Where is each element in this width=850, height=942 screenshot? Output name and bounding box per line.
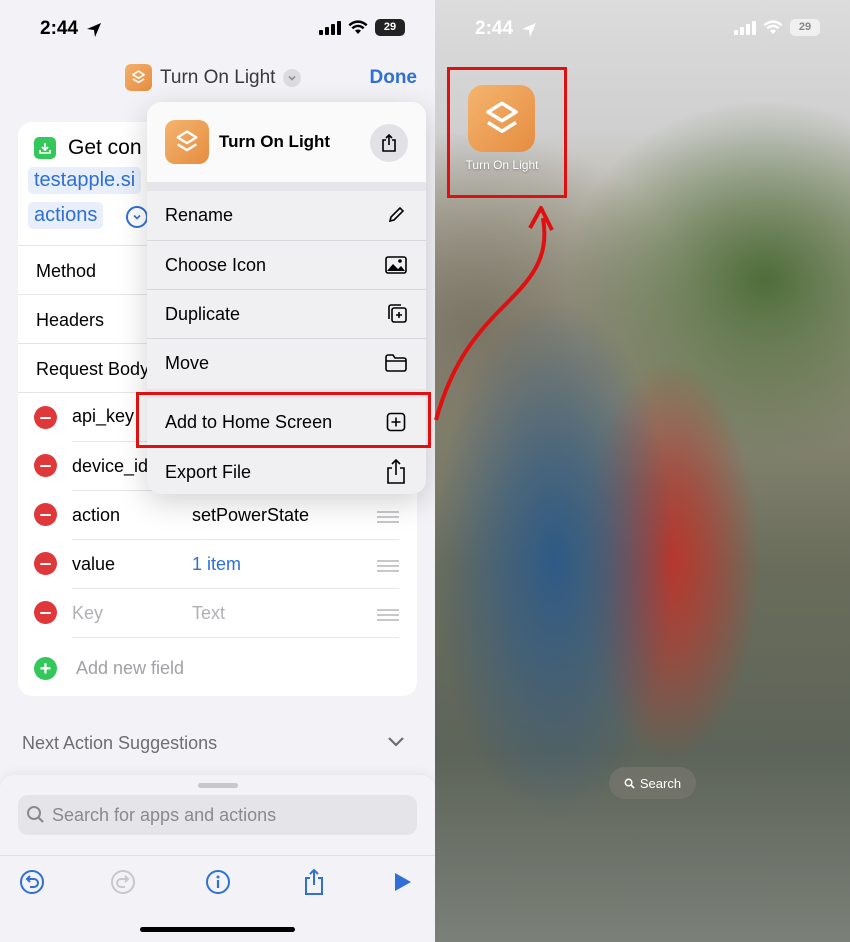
cellular-signal-icon bbox=[319, 20, 341, 35]
status-bar: 2:44 29 bbox=[0, 0, 435, 58]
menu-share-button[interactable] bbox=[370, 124, 408, 162]
navigation-bar: Turn On Light Done bbox=[0, 58, 435, 102]
method-label: Method bbox=[36, 261, 97, 281]
value-placeholder[interactable]: Text bbox=[192, 603, 225, 624]
pencil-icon bbox=[384, 203, 408, 227]
search-icon bbox=[624, 778, 635, 789]
wifi-icon bbox=[348, 20, 368, 34]
menu-item-label: Duplicate bbox=[165, 304, 241, 324]
status-time: 2:44 bbox=[475, 18, 514, 39]
share-button[interactable] bbox=[300, 868, 328, 896]
folder-icon bbox=[384, 351, 408, 375]
download-icon bbox=[34, 137, 56, 159]
remove-field-button[interactable] bbox=[34, 601, 57, 624]
menu-item-rename[interactable]: Rename bbox=[147, 191, 426, 240]
request-body-label: Request Body bbox=[36, 359, 150, 379]
key-placeholder[interactable]: Key bbox=[72, 603, 103, 624]
field-key[interactable]: action bbox=[72, 505, 120, 526]
drag-handle-icon[interactable] bbox=[377, 609, 399, 624]
action-title: Get con bbox=[68, 136, 142, 159]
bottom-sheet: Search for apps and actions bbox=[0, 775, 435, 942]
chevron-down-icon[interactable] bbox=[387, 736, 405, 748]
field-key[interactable]: device_id bbox=[72, 456, 148, 477]
next-action-suggestions-label: Next Action Suggestions bbox=[22, 733, 218, 753]
search-input[interactable]: Search for apps and actions bbox=[18, 795, 417, 835]
editor-toolbar bbox=[0, 855, 435, 905]
field-row: value 1 item bbox=[18, 539, 417, 588]
home-indicator bbox=[140, 927, 295, 932]
actions-token[interactable]: actions bbox=[28, 202, 104, 229]
home-search-button[interactable]: Search bbox=[609, 767, 696, 799]
cellular-signal-icon bbox=[734, 20, 756, 35]
menu-item-duplicate[interactable]: Duplicate bbox=[147, 289, 426, 338]
highlight-box-add-to-home bbox=[136, 392, 431, 448]
field-row: Key Text bbox=[18, 588, 417, 637]
info-button[interactable] bbox=[204, 868, 232, 896]
url-token[interactable]: testapple.si bbox=[28, 167, 142, 194]
menu-item-move[interactable]: Move bbox=[147, 338, 426, 387]
remove-field-button[interactable] bbox=[34, 552, 57, 575]
play-icon bbox=[395, 873, 411, 891]
shortcut-app-icon bbox=[165, 120, 209, 164]
search-placeholder: Search for apps and actions bbox=[52, 805, 277, 825]
location-icon bbox=[87, 23, 101, 37]
share-icon bbox=[305, 868, 323, 895]
expand-chevron-icon[interactable] bbox=[126, 206, 148, 228]
chevron-down-icon bbox=[283, 68, 302, 87]
undo-button[interactable] bbox=[18, 868, 46, 896]
field-row: action setPowerState bbox=[18, 490, 417, 539]
location-icon bbox=[522, 23, 536, 37]
shortcut-app-icon bbox=[125, 64, 152, 91]
shortcut-editor-screen: 2:44 29 Turn On Light Done Get con testa… bbox=[0, 0, 435, 942]
menu-item-label: Rename bbox=[165, 205, 234, 225]
menu-item-export-file[interactable]: Export File bbox=[147, 447, 426, 494]
menu-shortcut-name: Turn On Light bbox=[219, 132, 331, 151]
field-key[interactable]: value bbox=[72, 554, 115, 575]
shortcut-title-button[interactable]: Turn On Light bbox=[125, 64, 302, 91]
sheet-handle[interactable] bbox=[198, 783, 238, 788]
nav-title: Turn On Light bbox=[160, 66, 276, 88]
field-key[interactable]: api_key bbox=[72, 406, 134, 427]
layers-icon bbox=[176, 130, 198, 152]
drag-handle-icon[interactable] bbox=[377, 560, 399, 575]
wifi-icon bbox=[763, 20, 783, 34]
menu-item-label: Move bbox=[165, 353, 210, 373]
info-icon bbox=[206, 870, 230, 894]
home-search-label: Search bbox=[639, 775, 682, 791]
battery-indicator: 29 bbox=[375, 19, 405, 36]
drag-handle-icon[interactable] bbox=[377, 511, 399, 526]
add-field-icon[interactable]: + bbox=[34, 657, 57, 680]
redo-button[interactable] bbox=[109, 868, 137, 896]
redo-icon bbox=[111, 870, 135, 894]
done-button[interactable]: Done bbox=[370, 67, 418, 89]
highlight-box-home-icon bbox=[447, 67, 567, 198]
search-icon bbox=[27, 806, 44, 823]
menu-item-label: Choose Icon bbox=[165, 255, 267, 275]
remove-field-button[interactable] bbox=[34, 454, 57, 477]
photo-icon bbox=[384, 253, 408, 277]
battery-indicator: 29 bbox=[790, 19, 820, 36]
share-icon bbox=[382, 134, 396, 152]
share-icon bbox=[384, 459, 408, 484]
headers-label: Headers bbox=[36, 310, 105, 330]
remove-field-button[interactable] bbox=[34, 503, 57, 526]
status-time: 2:44 bbox=[40, 18, 79, 39]
menu-item-label: Export File bbox=[165, 462, 252, 482]
status-bar: 2:44 29 bbox=[435, 0, 850, 58]
menu-header: Turn On Light bbox=[147, 102, 426, 182]
duplicate-icon bbox=[384, 302, 408, 326]
layers-icon bbox=[132, 70, 145, 84]
field-value[interactable]: 1 item bbox=[192, 554, 241, 575]
remove-field-button[interactable] bbox=[34, 406, 57, 429]
add-new-field-label[interactable]: Add new field bbox=[76, 658, 184, 679]
menu-item-choose-icon[interactable]: Choose Icon bbox=[147, 240, 426, 289]
field-value[interactable]: setPowerState bbox=[192, 505, 309, 526]
undo-icon bbox=[20, 870, 44, 894]
run-button[interactable] bbox=[388, 868, 416, 896]
